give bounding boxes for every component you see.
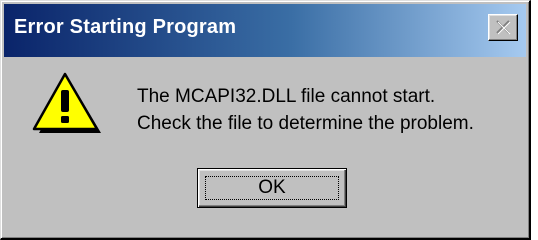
title-bar[interactable]: Error Starting Program — [4, 4, 526, 57]
warning-icon — [31, 71, 103, 142]
message-line-1: The MCAPI32.DLL file cannot start. — [137, 86, 436, 107]
error-dialog: Error Starting Program The MCAPI32.DLL f… — [0, 0, 531, 240]
error-message: The MCAPI32.DLL file cannot start. Check… — [137, 83, 474, 137]
close-button[interactable] — [488, 14, 518, 41]
ok-button-label: OK — [258, 177, 286, 198]
ok-button[interactable]: OK — [197, 168, 347, 208]
dialog-title: Error Starting Program — [14, 16, 237, 38]
message-line-2: Check the file to determine the problem. — [137, 113, 474, 134]
close-icon — [496, 20, 511, 35]
